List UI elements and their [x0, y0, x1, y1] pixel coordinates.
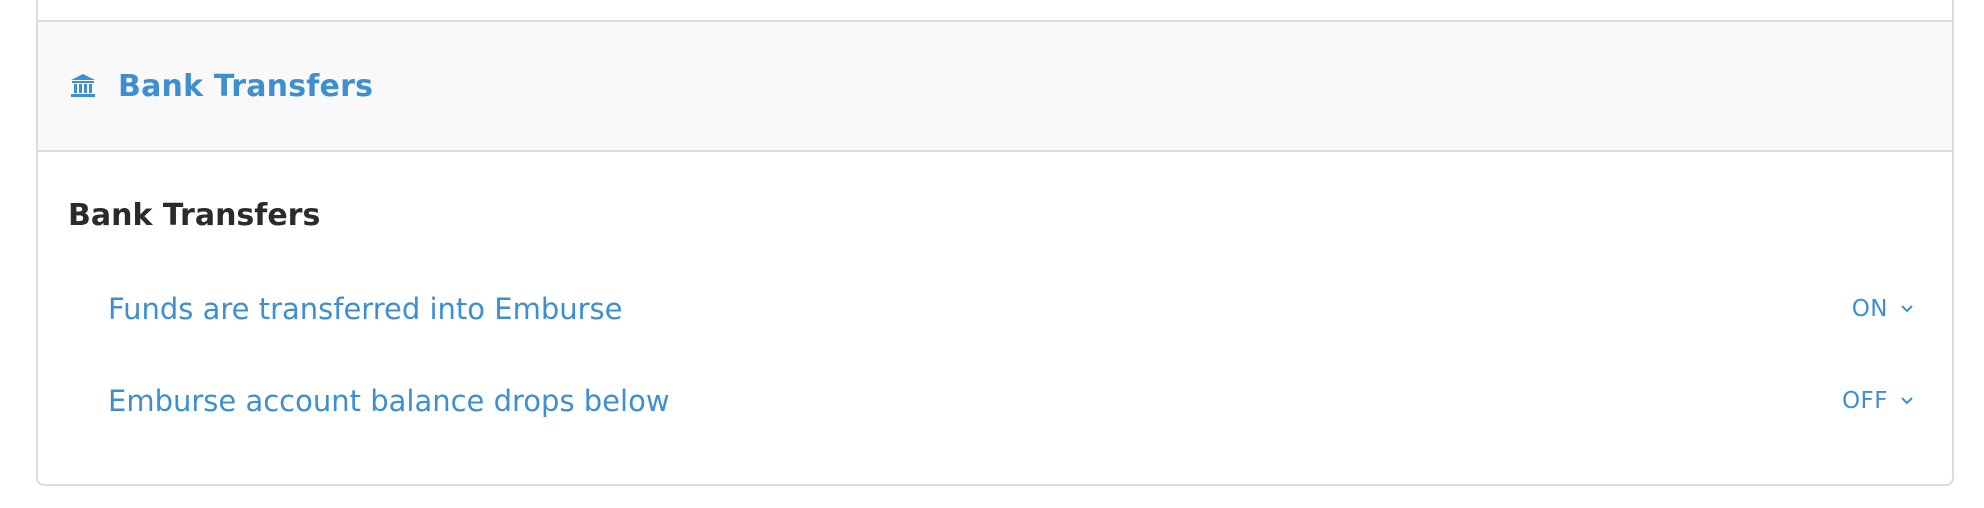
toggle-value: ON [1851, 296, 1888, 322]
toggle-value: OFF [1841, 388, 1888, 414]
setting-row-funds-transferred: Funds are transferred into Emburse ON [68, 263, 1922, 355]
chevron-down-icon [1900, 302, 1914, 316]
notification-toggle-dropdown[interactable]: ON [1852, 296, 1914, 322]
bank-icon [68, 71, 98, 101]
bank-transfers-card: Bank Transfers Bank Transfers Funds are … [36, 0, 1954, 486]
notification-toggle-dropdown[interactable]: OFF [1842, 388, 1914, 414]
setting-label: Funds are transferred into Emburse [108, 292, 623, 326]
group-title: Bank Transfers [68, 198, 321, 233]
section-body: Bank Transfers Funds are transferred int… [38, 152, 1952, 447]
setting-label: Emburse account balance drops below [108, 384, 670, 418]
setting-row-balance-drops: Emburse account balance drops below OFF [68, 355, 1922, 447]
section-header[interactable]: Bank Transfers [38, 22, 1952, 152]
previous-section-strip [38, 0, 1952, 22]
chevron-down-icon [1900, 394, 1914, 408]
section-header-title[interactable]: Bank Transfers [118, 69, 373, 104]
